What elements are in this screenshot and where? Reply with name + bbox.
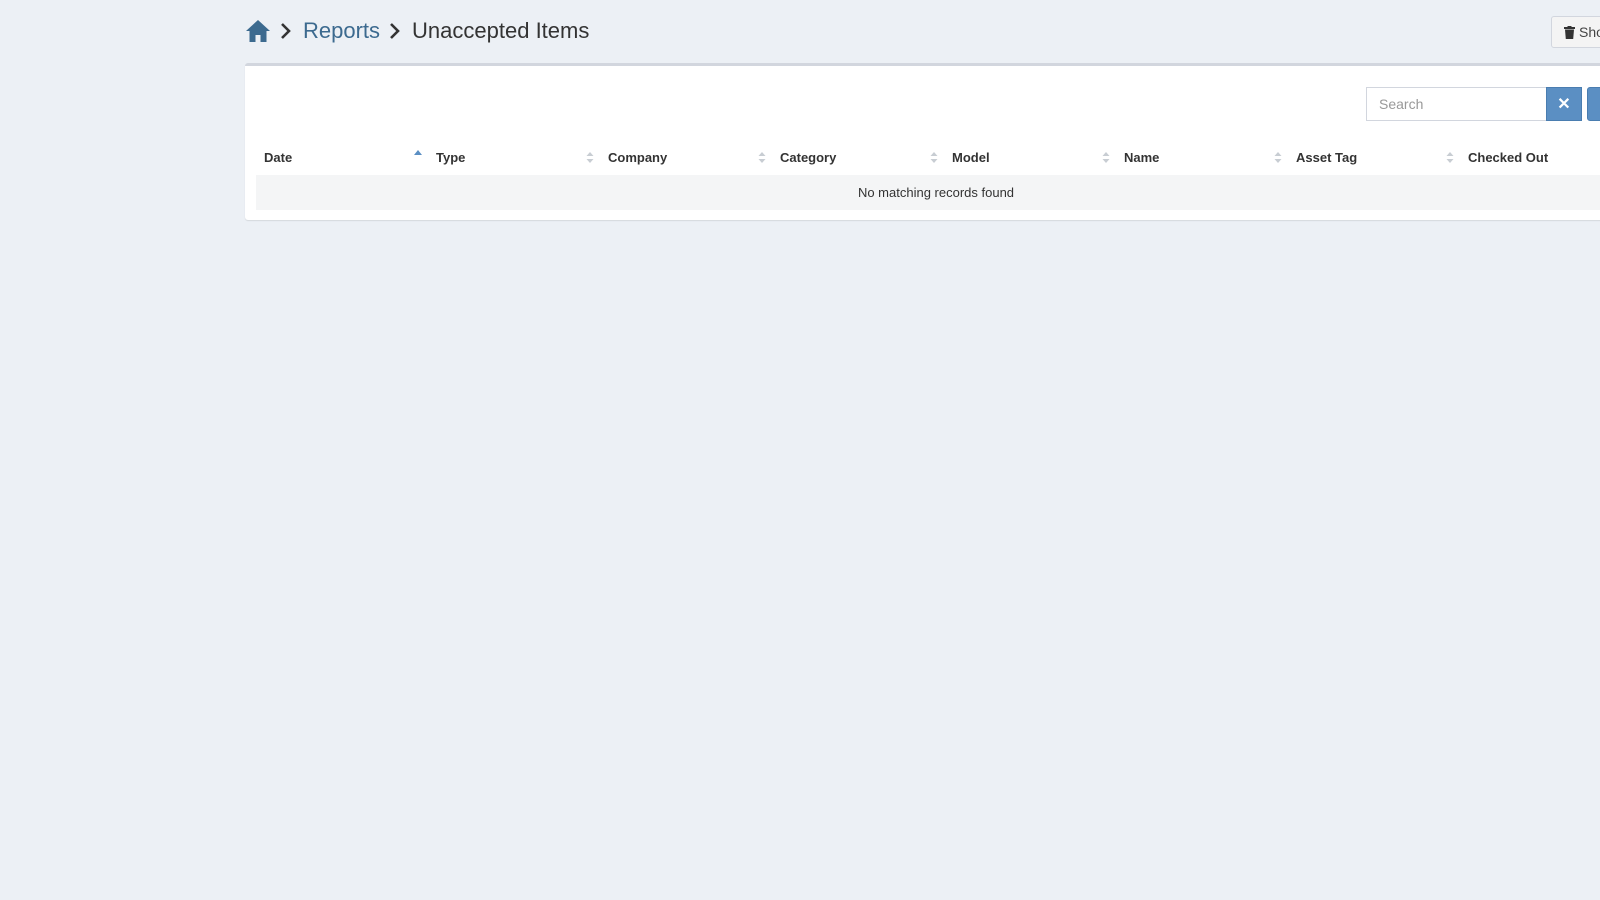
column-label: Company <box>608 150 668 165</box>
clear-search-button[interactable]: ✕ <box>1546 87 1582 121</box>
column-label: Category <box>780 150 837 165</box>
sort-icon <box>1274 152 1282 163</box>
breadcrumb-reports-link[interactable]: Reports <box>303 18 380 44</box>
show-deleted-button[interactable]: Sho <box>1551 16 1600 48</box>
toolbar-action-button[interactable] <box>1587 87 1600 121</box>
chevron-right-icon <box>389 22 403 40</box>
column-header-checked-out[interactable]: Checked Out <box>1460 140 1600 175</box>
column-label: Date <box>264 150 293 165</box>
column-header-company[interactable]: Company <box>600 140 772 175</box>
column-label: Model <box>952 150 990 165</box>
no-records-message: No matching records found <box>256 175 1600 210</box>
sort-icon <box>586 152 594 163</box>
close-icon: ✕ <box>1557 96 1571 113</box>
chevron-right-icon <box>280 22 294 40</box>
column-label: Checked Out <box>1468 150 1549 165</box>
table-container: Date Type Company Category Model Name As… <box>256 140 1600 210</box>
breadcrumb: Reports Unaccepted Items <box>245 18 589 44</box>
page-title: Unaccepted Items <box>412 18 590 43</box>
sort-icon <box>758 152 766 163</box>
sort-icon <box>1102 152 1110 163</box>
column-header-type[interactable]: Type <box>428 140 600 175</box>
home-icon[interactable] <box>245 19 271 43</box>
table-toolbar: ✕ <box>1366 87 1600 121</box>
sort-icon <box>930 152 938 163</box>
sort-icon <box>1446 152 1454 163</box>
show-deleted-label: Sho <box>1579 24 1600 40</box>
trash-icon <box>1564 25 1575 39</box>
column-header-category[interactable]: Category <box>772 140 944 175</box>
search-input[interactable] <box>1366 87 1546 121</box>
page: Reports Unaccepted Items Sho ✕ <box>0 0 1600 900</box>
page-header: Reports Unaccepted Items <box>245 15 589 47</box>
column-header-date[interactable]: Date <box>256 140 428 175</box>
column-label: Asset Tag <box>1296 150 1358 165</box>
column-label: Type <box>436 150 466 165</box>
column-header-model[interactable]: Model <box>944 140 1116 175</box>
table-row-empty: No matching records found <box>256 175 1600 210</box>
column-header-name[interactable]: Name <box>1116 140 1288 175</box>
sort-asc-icon <box>414 150 422 155</box>
table-header-row: Date Type Company Category Model Name As… <box>256 140 1600 175</box>
unaccepted-items-table: Date Type Company Category Model Name As… <box>256 140 1600 210</box>
column-label: Name <box>1124 150 1160 165</box>
column-header-asset-tag[interactable]: Asset Tag <box>1288 140 1460 175</box>
